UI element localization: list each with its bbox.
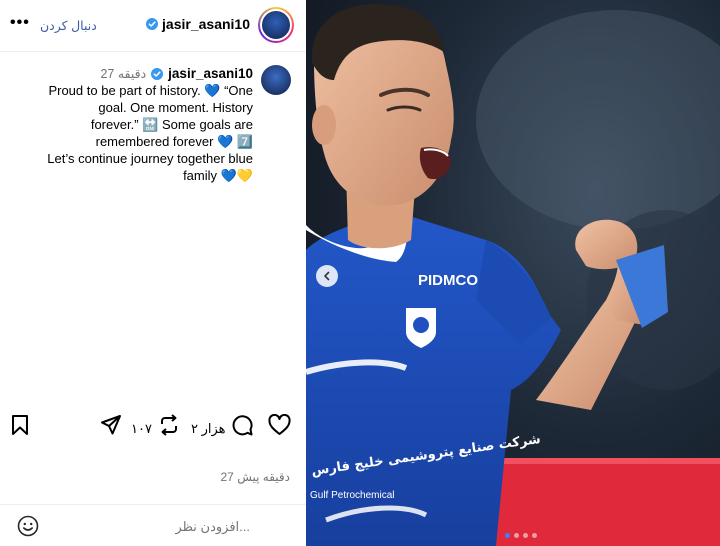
like-icon[interactable] — [268, 414, 291, 436]
post-panel: ••• دنبال کردن jasir_asani10 27 دقیقه ja… — [0, 0, 306, 546]
post-media[interactable]: PIDMCO شرکت صنایع پتروشیمی خلیج فارس Gul… — [306, 0, 720, 546]
caption-line: goal. One moment. History — [98, 100, 253, 115]
emoji-icon[interactable] — [17, 515, 39, 537]
comment-bar — [0, 504, 306, 546]
comment-count[interactable]: ۲ هزار — [191, 421, 226, 437]
caption-line: family 💙💛 — [183, 168, 253, 183]
verified-icon — [151, 67, 164, 80]
caption-line: remembered forever 💙 7️⃣ — [95, 134, 253, 149]
caption-line: forever.” 🔛 Some goals are — [90, 117, 253, 132]
caption-avatar[interactable] — [261, 65, 291, 95]
jersey-sponsor: PIDMCO — [418, 272, 478, 289]
carousel-dot[interactable] — [523, 533, 528, 538]
header-username[interactable]: jasir_asani10 — [162, 16, 250, 32]
caption-text: Proud to be part of history. 💙 “One goal… — [23, 82, 253, 184]
more-options-button[interactable]: ••• — [10, 14, 30, 32]
header-user: jasir_asani10 — [146, 16, 250, 32]
caption-time: 27 دقیقه — [100, 67, 147, 81]
jersey-english-text: Gulf Petrochemical — [310, 490, 394, 501]
posted-time: 27 دقیقه پیش — [220, 470, 291, 484]
carousel-prev-button[interactable] — [316, 265, 338, 287]
comment-input[interactable] — [60, 515, 250, 537]
post-header: ••• دنبال کردن jasir_asani10 — [0, 0, 306, 52]
caption-username[interactable]: jasir_asani10 — [168, 66, 253, 81]
caption-meta: 27 دقیقه jasir_asani10 — [100, 66, 253, 81]
comment-icon[interactable] — [231, 414, 253, 436]
caption-line: Proud to be part of history. 💙 “One — [48, 83, 253, 98]
share-icon[interactable] — [100, 414, 122, 436]
header-avatar[interactable] — [258, 7, 294, 43]
carousel-dot[interactable] — [514, 533, 519, 538]
carousel-dot[interactable] — [532, 533, 537, 538]
repost-count[interactable]: ۱۰۷ — [131, 421, 152, 437]
post-photo: PIDMCO شرکت صنایع پتروشیمی خلیج فارس Gul… — [306, 0, 720, 546]
instagram-post-view: ••• دنبال کردن jasir_asani10 27 دقیقه ja… — [0, 0, 720, 546]
verified-icon — [146, 18, 159, 30]
chevron-left-icon — [324, 271, 330, 281]
carousel-dot[interactable] — [505, 533, 510, 538]
repost-icon[interactable] — [158, 414, 180, 436]
caption-line: Let’s continue journey together blue — [47, 151, 253, 166]
action-bar: ۱۰۷ ۲ هزار — [0, 414, 306, 442]
carousel-dots — [505, 533, 537, 538]
bookmark-icon[interactable] — [11, 414, 29, 436]
follow-button[interactable]: دنبال کردن — [40, 18, 97, 33]
